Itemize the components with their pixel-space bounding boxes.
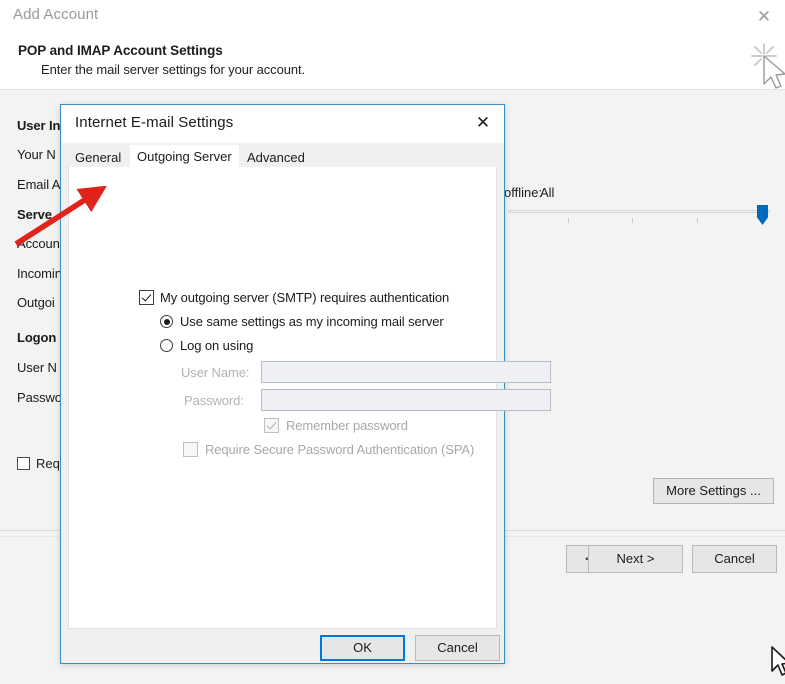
dialog-titlebar: Internet E-mail Settings ✕ xyxy=(61,105,504,143)
password-label: Password: xyxy=(184,393,244,408)
ok-button[interactable]: OK xyxy=(320,635,405,661)
spa-checkbox[interactable]: Require Secure Password Authentication (… xyxy=(183,442,474,457)
page-title: POP and IMAP Account Settings xyxy=(18,43,223,58)
user-name-input[interactable] xyxy=(261,361,551,383)
slider-tick xyxy=(568,218,569,223)
offline-duration-slider[interactable] xyxy=(508,205,770,231)
checkbox-box xyxy=(17,457,30,470)
tab-advanced[interactable]: Advanced xyxy=(240,149,312,167)
slider-thumb[interactable] xyxy=(757,205,768,225)
checkbox-box xyxy=(264,418,279,433)
slider-tick xyxy=(697,218,698,223)
cancel-button[interactable]: Cancel xyxy=(692,545,777,573)
wizard-form-label: Passwo xyxy=(17,390,62,405)
wizard-form-label: User N xyxy=(17,360,57,375)
wizard-form-label: Your N xyxy=(17,147,56,162)
offline-value: All xyxy=(540,185,554,200)
tab-general[interactable]: General xyxy=(68,149,128,167)
tab-outgoing-server[interactable]: Outgoing Server xyxy=(130,145,239,169)
dialog-tabstrip: General Outgoing Server Advanced xyxy=(68,145,497,167)
wizard-form-label: Accoun xyxy=(17,236,60,251)
user-name-label: User Name: xyxy=(181,365,249,380)
smtp-auth-label: My outgoing server (SMTP) requires authe… xyxy=(160,290,449,305)
wizard-window-title: Add Account xyxy=(13,6,98,23)
checkbox-box xyxy=(183,442,198,457)
require-logon-label: Req xyxy=(36,456,60,471)
close-icon[interactable]: ✕ xyxy=(753,7,775,27)
remember-password-checkbox[interactable]: Remember password xyxy=(264,418,408,433)
radio-log-on-using-label: Log on using xyxy=(180,338,253,353)
wizard-form-label: Logon xyxy=(17,330,56,345)
wizard-form-label: Incomin xyxy=(17,266,62,281)
wizard-titlebar: Add Account ✕ xyxy=(0,0,785,34)
wizard-form-label: User In xyxy=(17,118,60,133)
slider-tick xyxy=(632,218,633,223)
dialog-title: Internet E-mail Settings xyxy=(75,114,233,131)
dialog-cancel-button[interactable]: Cancel xyxy=(415,635,500,661)
spa-label: Require Secure Password Authentication (… xyxy=(205,442,474,457)
wizard-form-label: Serve xyxy=(17,207,52,222)
page-subtitle: Enter the mail server settings for your … xyxy=(41,62,305,77)
next-button[interactable]: Next > xyxy=(588,545,683,573)
radio-use-same-settings[interactable]: Use same settings as my incoming mail se… xyxy=(160,314,444,329)
offline-label: offline: xyxy=(504,185,542,200)
password-input[interactable] xyxy=(261,389,551,411)
radio-dot xyxy=(160,339,173,352)
wizard-form-label: Email A xyxy=(17,177,60,192)
require-logon-checkbox[interactable]: Req xyxy=(17,456,60,471)
radio-log-on-using[interactable]: Log on using xyxy=(160,338,253,353)
smtp-auth-checkbox[interactable]: My outgoing server (SMTP) requires authe… xyxy=(139,290,449,305)
checkbox-box xyxy=(139,290,154,305)
remember-password-label: Remember password xyxy=(286,418,408,433)
more-settings-button[interactable]: More Settings ... xyxy=(653,478,774,504)
internet-email-settings-dialog: Internet E-mail Settings ✕ General Outgo… xyxy=(60,104,505,664)
wizard-form-label: Outgoi xyxy=(17,295,55,310)
radio-use-same-settings-label: Use same settings as my incoming mail se… xyxy=(180,314,444,329)
radio-dot xyxy=(160,315,173,328)
close-icon[interactable]: ✕ xyxy=(472,113,494,133)
slider-track xyxy=(508,210,770,213)
